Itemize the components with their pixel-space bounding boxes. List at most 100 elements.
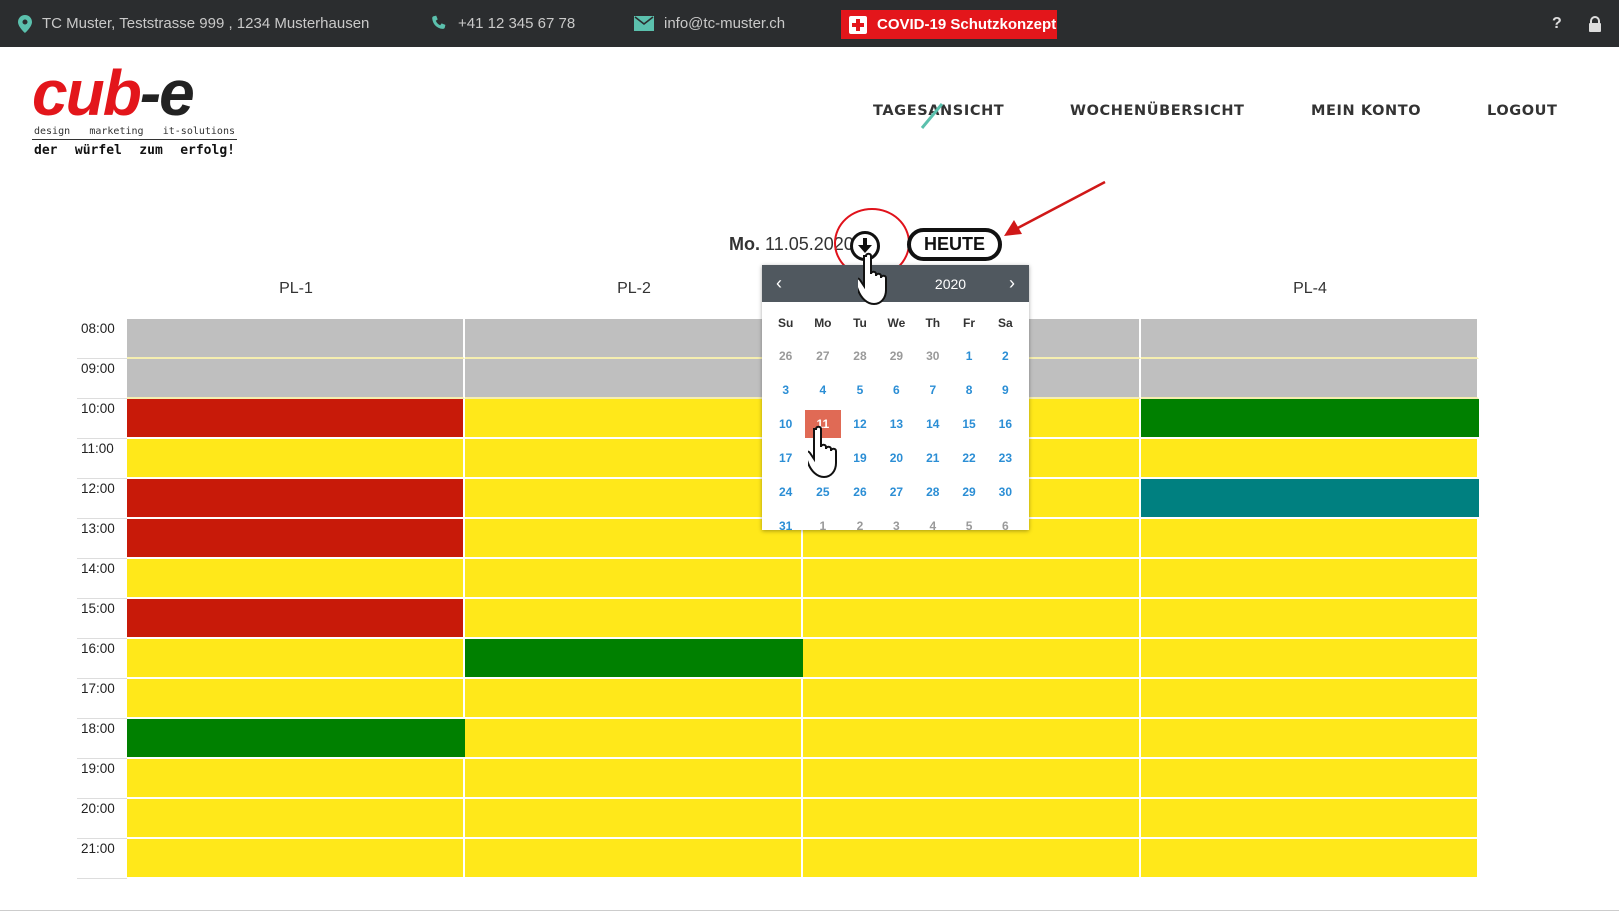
next-month-button[interactable]: › <box>1009 273 1015 294</box>
slot-free[interactable] <box>127 799 465 839</box>
slot-free[interactable] <box>1141 839 1479 879</box>
nav-wochenuebersicht[interactable]: WOCHENÜBERSICHT <box>1070 103 1245 127</box>
calendar-day[interactable]: 30 <box>915 339 951 373</box>
calendar-day[interactable]: 2 <box>842 509 878 543</box>
slot-free[interactable] <box>1141 559 1479 599</box>
slot-free[interactable] <box>465 479 803 519</box>
calendar-day[interactable]: 15 <box>951 407 987 441</box>
slot-free[interactable] <box>465 799 803 839</box>
slot-booked[interactable] <box>127 599 465 639</box>
calendar-day[interactable]: 8 <box>951 373 987 407</box>
nav-logout[interactable]: LOGOUT <box>1487 103 1558 127</box>
slot-own[interactable] <box>1141 399 1481 439</box>
slot-other[interactable] <box>1141 479 1481 519</box>
calendar-day[interactable]: 10 <box>768 407 804 441</box>
calendar-day[interactable]: 12 <box>842 407 878 441</box>
calendar-day[interactable]: 29 <box>951 475 987 509</box>
slot-free[interactable] <box>1141 679 1479 719</box>
slogan-word: zum <box>139 143 163 158</box>
slot-free[interactable] <box>803 599 1141 639</box>
phone-item[interactable]: +41 12 345 67 78 <box>430 0 575 47</box>
covid-button[interactable]: COVID-19 Schutzkonzept <box>841 10 1057 39</box>
slot-free[interactable] <box>1141 759 1479 799</box>
calendar-day[interactable]: 3 <box>768 373 804 407</box>
slot-free[interactable] <box>803 799 1141 839</box>
slot-free[interactable] <box>465 679 803 719</box>
calendar-day[interactable]: 24 <box>768 475 804 509</box>
calendar-day[interactable]: 14 <box>915 407 951 441</box>
calendar-day[interactable]: 17 <box>768 441 804 475</box>
calendar-day[interactable]: 2 <box>987 339 1023 373</box>
slot-free[interactable] <box>1141 799 1479 839</box>
slot-own[interactable] <box>465 639 805 679</box>
slot-free[interactable] <box>1141 519 1479 559</box>
hand-cursor-icon <box>808 425 837 479</box>
slot-free[interactable] <box>465 719 803 759</box>
email-item[interactable]: info@tc-muster.ch <box>634 0 785 47</box>
month-label[interactable]: 2020 <box>935 276 966 292</box>
slot-free[interactable] <box>1141 719 1479 759</box>
calendar-day[interactable]: 27 <box>804 339 842 373</box>
calendar-day[interactable]: 9 <box>987 373 1023 407</box>
slot-free[interactable] <box>127 839 465 879</box>
slot-free[interactable] <box>465 559 803 599</box>
calendar-day[interactable]: 4 <box>804 373 842 407</box>
slot-free[interactable] <box>1141 439 1479 479</box>
calendar-day[interactable]: 7 <box>915 373 951 407</box>
calendar-day[interactable]: 28 <box>915 475 951 509</box>
slot-free[interactable] <box>465 439 803 479</box>
slot-free[interactable] <box>127 639 465 679</box>
calendar-day[interactable]: 21 <box>915 441 951 475</box>
slot-free[interactable] <box>465 399 803 439</box>
slot-free[interactable] <box>1141 599 1479 639</box>
lock-icon[interactable] <box>1588 0 1602 47</box>
calendar-day[interactable]: 6 <box>987 509 1023 543</box>
calendar-day[interactable]: 5 <box>842 373 878 407</box>
slot-free[interactable] <box>803 639 1141 679</box>
slot-free[interactable] <box>465 839 803 879</box>
logo[interactable]: cub-e design marketing it-solutions der … <box>32 60 237 158</box>
calendar-day[interactable]: 1 <box>951 339 987 373</box>
help-icon[interactable]: ? <box>1552 0 1562 47</box>
calendar-day[interactable]: 22 <box>951 441 987 475</box>
slot-free[interactable] <box>803 839 1141 879</box>
calendar-day[interactable]: 30 <box>987 475 1023 509</box>
calendar-day[interactable]: 5 <box>951 509 987 543</box>
slot-own[interactable] <box>127 719 467 759</box>
slot-free[interactable] <box>127 759 465 799</box>
calendar-day[interactable]: 26 <box>768 339 804 373</box>
calendar-day[interactable]: 6 <box>878 373 915 407</box>
calendar-day[interactable]: 3 <box>878 509 915 543</box>
slot-booked[interactable] <box>127 519 465 559</box>
calendar-day[interactable]: 1 <box>804 509 842 543</box>
calendar-day[interactable]: 31 <box>768 509 804 543</box>
slot-free[interactable] <box>1141 639 1479 679</box>
slot-free[interactable] <box>465 519 803 559</box>
slot-free[interactable] <box>803 759 1141 799</box>
calendar-day[interactable]: 4 <box>915 509 951 543</box>
slot-free[interactable] <box>803 719 1141 759</box>
weekday-header: Su <box>778 315 794 330</box>
calendar-day[interactable]: 16 <box>987 407 1023 441</box>
slot-free[interactable] <box>127 679 465 719</box>
slot-booked[interactable] <box>127 479 465 519</box>
slot-free[interactable] <box>127 439 465 479</box>
calendar-day[interactable]: 26 <box>842 475 878 509</box>
slot-free[interactable] <box>803 679 1141 719</box>
calendar-day[interactable]: 27 <box>878 475 915 509</box>
calendar-day[interactable]: 28 <box>842 339 878 373</box>
slot-free[interactable] <box>465 599 803 639</box>
slot-booked[interactable] <box>127 399 465 439</box>
calendar-day[interactable]: 23 <box>987 441 1023 475</box>
weekday-header: Th <box>925 315 941 330</box>
calendar-day[interactable]: 20 <box>878 441 915 475</box>
prev-month-button[interactable]: ‹ <box>776 273 782 294</box>
today-button[interactable]: HEUTE <box>907 228 1002 261</box>
calendar-day[interactable]: 19 <box>842 441 878 475</box>
calendar-day[interactable]: 13 <box>878 407 915 441</box>
slot-free[interactable] <box>127 559 465 599</box>
slot-free[interactable] <box>465 759 803 799</box>
slot-free[interactable] <box>803 559 1141 599</box>
nav-mein-konto[interactable]: MEIN KONTO <box>1311 103 1421 127</box>
calendar-day[interactable]: 29 <box>878 339 915 373</box>
